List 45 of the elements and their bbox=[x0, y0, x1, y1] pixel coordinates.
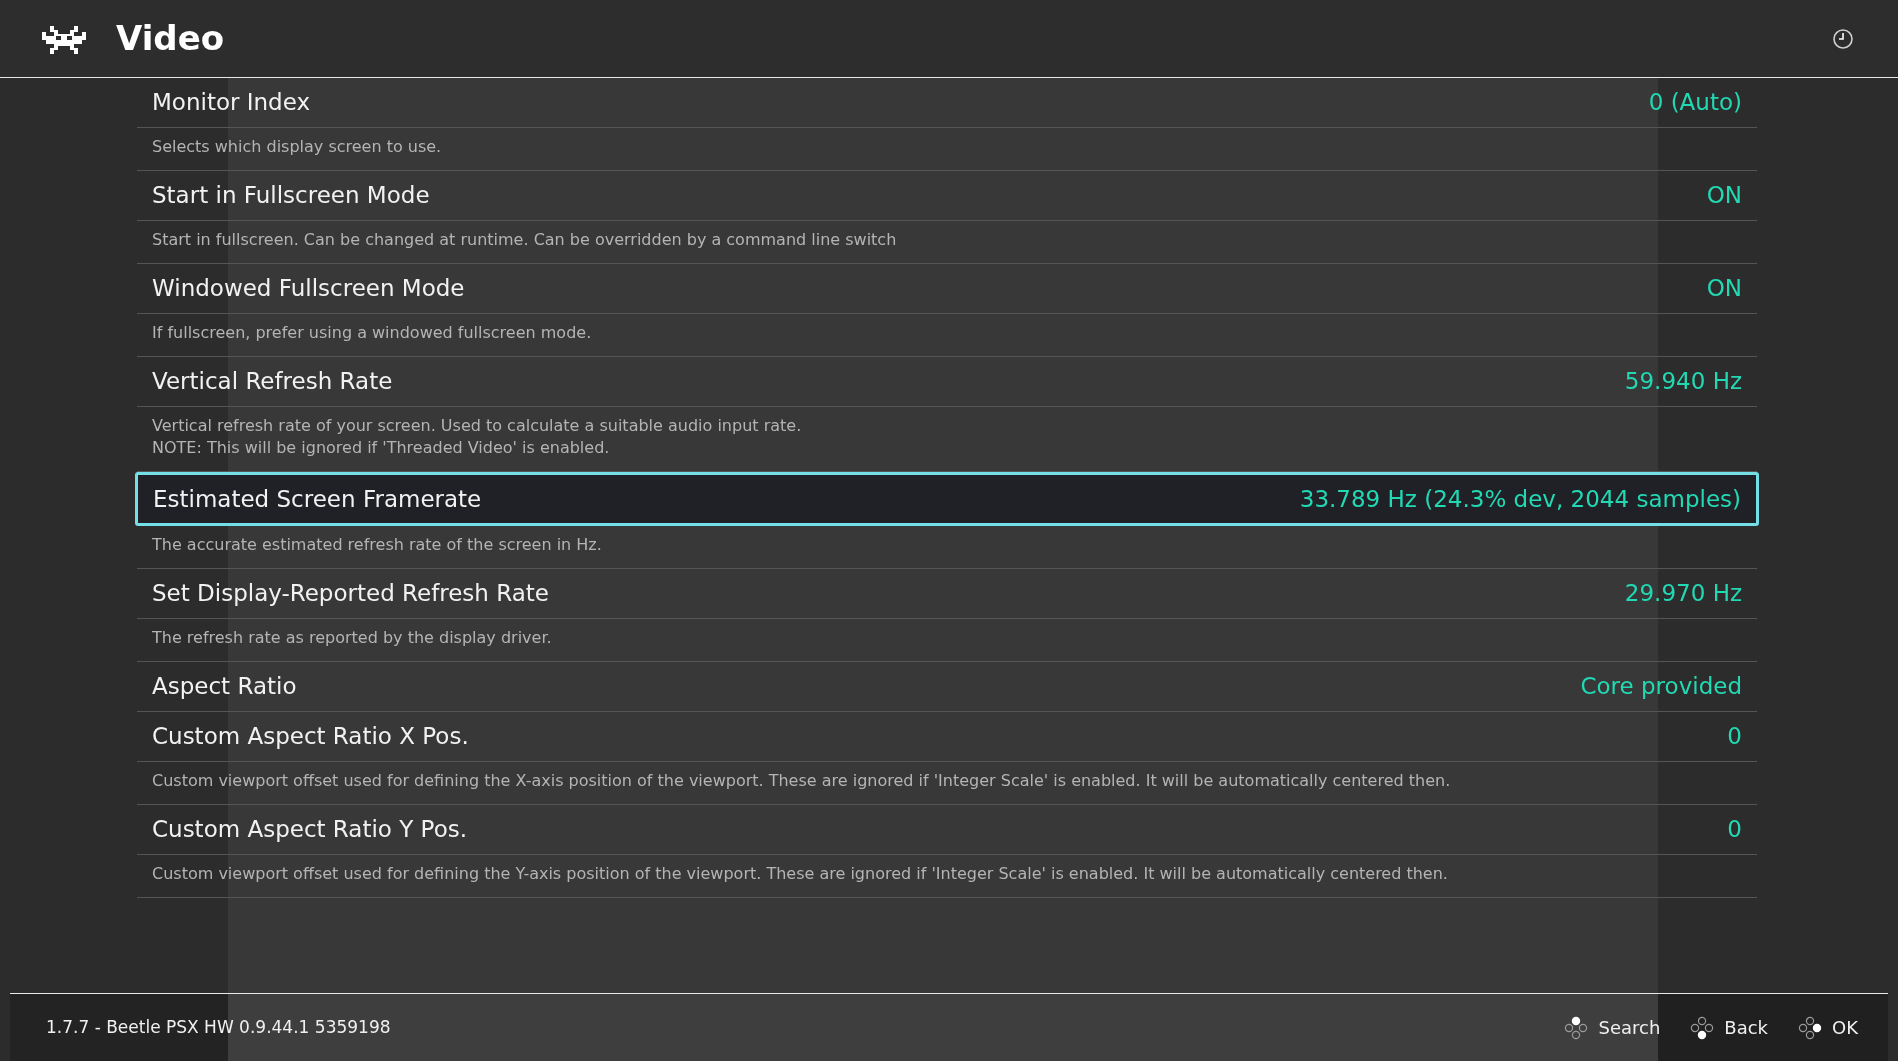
clock-icon bbox=[1832, 27, 1854, 50]
setting-row[interactable]: Estimated Screen Framerate 33.789 Hz (24.3% dev, 2044 samples) bbox=[135, 472, 1759, 526]
setting-title: Windowed Fullscreen Mode bbox=[152, 274, 465, 304]
setting-value: ON bbox=[1706, 181, 1742, 211]
setting-value: 33.789 Hz (24.3% dev, 2044 samples) bbox=[1299, 484, 1741, 514]
setting-title: Custom Aspect Ratio X Pos. bbox=[152, 722, 469, 752]
footer-action-button[interactable]: Back bbox=[1690, 1014, 1768, 1041]
setting-value: 59.940 Hz bbox=[1624, 367, 1742, 397]
setting-description: Vertical refresh rate of your screen. Used to calculate a suitable audio input rate. bbox=[152, 415, 803, 437]
setting-row[interactable]: Start in Fullscreen Mode ON bbox=[137, 171, 1757, 221]
gamepad-buttons-icon bbox=[1798, 1015, 1822, 1040]
setting-value: 29.970 Hz bbox=[1624, 579, 1742, 609]
setting-value: 0 bbox=[1727, 722, 1742, 752]
setting-value: 0 bbox=[1727, 815, 1742, 845]
setting-description: Custom viewport offset used for defining the Y-axis position of the viewport. These are ignored if 'Integer Scale' is enabled. It will be automatically centered then. bbox=[152, 863, 1449, 885]
setting-title: Aspect Ratio bbox=[152, 672, 297, 702]
setting-title: Start in Fullscreen Mode bbox=[152, 181, 430, 211]
setting-value: 0 (Auto) bbox=[1648, 88, 1742, 118]
setting-title: Set Display-Reported Refresh Rate bbox=[152, 579, 549, 609]
gamepad-buttons-icon bbox=[1690, 1015, 1715, 1040]
setting-title: Vertical Refresh Rate bbox=[152, 367, 393, 397]
setting-row[interactable]: Vertical Refresh Rate 59.940 Hz bbox=[137, 357, 1757, 407]
setting-description: Selects which display screen to use. bbox=[152, 136, 443, 158]
setting-row[interactable]: Aspect Ratio Core provided bbox=[137, 662, 1757, 712]
setting-row[interactable]: Windowed Fullscreen Mode ON bbox=[137, 264, 1757, 314]
setting-description: The refresh rate as reported by the display driver. bbox=[152, 627, 553, 649]
setting-row[interactable]: Monitor Index 0 (Auto) bbox=[137, 78, 1757, 128]
setting-title: Estimated Screen Framerate bbox=[153, 484, 482, 514]
setting-description: If fullscreen, prefer using a windowed fullscreen mode. bbox=[152, 322, 593, 344]
setting-row[interactable]: Custom Aspect Ratio Y Pos. 0 bbox=[137, 805, 1757, 855]
footer-action-button[interactable]: OK bbox=[1798, 1014, 1858, 1041]
setting-title: Monitor Index bbox=[152, 88, 311, 118]
setting-description: NOTE: This will be ignored if 'Threaded Video' is enabled. bbox=[152, 437, 611, 459]
setting-value: Core provided bbox=[1580, 672, 1742, 702]
setting-title: Custom Aspect Ratio Y Pos. bbox=[152, 815, 467, 845]
setting-description: Start in fullscreen. Can be changed at runtime. Can be overridden by a command line switch bbox=[152, 229, 898, 251]
version-text: 1.7.7 - Beetle PSX HW 0.9.44.1 5359198 bbox=[46, 1015, 391, 1039]
setting-description: Custom viewport offset used for defining the X-axis position of the viewport. These are ignored if 'Integer Scale' is enabled. It will be automatically centered then. bbox=[152, 770, 1452, 792]
page-title: Video bbox=[116, 17, 225, 60]
setting-value: ON bbox=[1706, 274, 1742, 304]
setting-row[interactable]: Set Display-Reported Refresh Rate 29.970 Hz bbox=[137, 569, 1757, 619]
footer-action-button[interactable]: Search bbox=[1564, 1014, 1661, 1041]
gamepad-buttons-icon bbox=[1564, 1015, 1589, 1040]
setting-row[interactable]: Custom Aspect Ratio X Pos. 0 bbox=[137, 712, 1757, 762]
setting-description: The accurate estimated refresh rate of the screen in Hz. bbox=[152, 534, 603, 556]
